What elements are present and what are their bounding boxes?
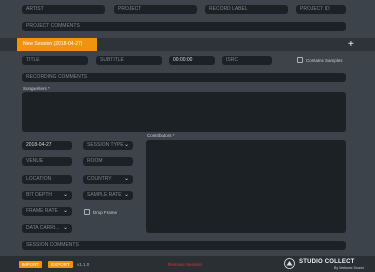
- chevron-down-icon: ⌄: [62, 208, 68, 214]
- bit-depth-select[interactable]: BIT DEPTH ⌄: [22, 191, 72, 200]
- session-type-select[interactable]: SESSION TYPE ⌄: [83, 141, 133, 150]
- songwriters-field[interactable]: [22, 92, 346, 132]
- export-button[interactable]: EXPORT: [48, 261, 73, 268]
- location-field[interactable]: LOCATION: [22, 175, 72, 184]
- room-field[interactable]: ROOM: [83, 157, 133, 166]
- session-comments-field[interactable]: SESSION COMMENTS: [22, 241, 346, 250]
- chevron-down-icon: ⌄: [62, 192, 68, 198]
- sample-rate-select[interactable]: SAMPLE RATE ⌄: [83, 191, 133, 200]
- contains-samples-checkbox[interactable]: [297, 57, 303, 63]
- contributors-label: Contributors *: [147, 133, 175, 138]
- isrc-field[interactable]: ISRC: [222, 56, 272, 65]
- chevron-down-icon: ⌄: [62, 225, 68, 231]
- version-text: v1.1.0: [77, 262, 90, 267]
- chevron-down-icon: ⌄: [123, 176, 129, 182]
- logo-title: STUDIO COLLECT: [299, 259, 355, 265]
- frame-rate-select[interactable]: FRAME RATE ⌄: [22, 207, 72, 216]
- recording-comments-field[interactable]: RECORDING COMMENTS: [22, 73, 346, 82]
- remove-session-button[interactable]: Remove Session: [168, 262, 202, 267]
- drop-frame-label: Drop Frame: [93, 210, 118, 215]
- project-id-field[interactable]: PROJECT ID: [296, 5, 346, 14]
- studio-collect-logo-icon: [284, 258, 295, 269]
- project-comments-field[interactable]: PROJECT COMMENTS: [22, 22, 346, 31]
- import-button[interactable]: IMPORT: [19, 261, 42, 268]
- project-field[interactable]: PROJECT: [114, 5, 197, 14]
- venue-field[interactable]: VENUE: [22, 157, 72, 166]
- record-label-field[interactable]: RECORD LABEL: [205, 5, 288, 14]
- songwriters-label: Songwriters *: [23, 86, 50, 91]
- contains-samples-label: Contains Samples: [306, 58, 343, 63]
- add-session-icon[interactable]: +: [348, 38, 354, 51]
- logo-subtitle: By Veritonic Sound: [334, 266, 364, 270]
- session-tab[interactable]: New Session (2018-04-27): [17, 38, 97, 51]
- country-select[interactable]: COUNTRY ⌄: [83, 175, 133, 184]
- title-field[interactable]: TITLE: [22, 56, 88, 65]
- artist-field[interactable]: ARTIST: [22, 5, 105, 14]
- chevron-down-icon: ⌄: [123, 192, 129, 198]
- data-carrier-select[interactable]: DATA CARRI... ⌄: [22, 224, 72, 233]
- session-date-field[interactable]: 2018-04-27: [22, 141, 72, 150]
- duration-field[interactable]: 00:00:00: [169, 56, 215, 65]
- subtitle-field[interactable]: SUBTITLE: [96, 56, 162, 65]
- drop-frame-checkbox[interactable]: [84, 209, 90, 215]
- chevron-down-icon: ⌄: [123, 142, 129, 148]
- contributors-field[interactable]: [146, 140, 346, 233]
